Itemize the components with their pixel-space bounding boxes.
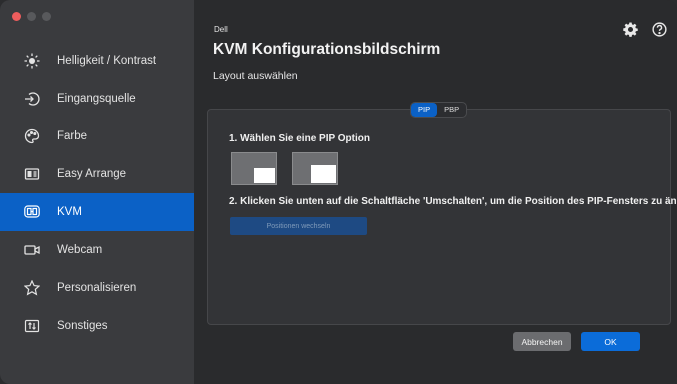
close-window-button[interactable] [12,12,21,21]
step-1-label: 1. Wählen Sie eine PIP Option [229,133,370,144]
step-2-label: 2. Klicken Sie unten auf die Schaltfläch… [229,196,677,207]
sidebar-item-others[interactable]: Sonstiges [0,307,194,345]
sidebar-item-label: Farbe [57,130,88,142]
sidebar-item-label: Easy Arrange [57,168,127,180]
page-title: KVM Konfigurationsbildschirm [213,41,441,58]
webcam-icon [22,240,42,260]
palette-icon [22,126,42,146]
sidebar-item-label: KVM [57,206,82,218]
layout-panel: PIP PBP 1. Wählen Sie eine PIP Option 2.… [207,102,677,325]
settings-gear-icon[interactable] [621,20,639,38]
switch-positions-button[interactable]: Positionen wechseln [230,217,367,235]
tab-pip[interactable]: PIP [411,103,438,117]
star-icon [22,278,42,298]
sidebar-item-label: Eingangsquelle [57,93,136,105]
page-subtitle: Layout auswählen [213,70,298,82]
sidebar-item-webcam[interactable]: Webcam [0,231,194,269]
input-source-icon [22,89,42,109]
sidebar-item-label: Sonstiges [57,320,108,332]
pip-option-large[interactable] [292,152,338,185]
help-icon[interactable] [650,20,668,38]
kvm-icon [22,202,42,222]
sidebar: Helligkeit / Kontrast Eingangsquelle Far… [0,0,194,384]
brand-label: Dell [214,25,228,34]
sidebar-item-label: Personalisieren [57,282,137,294]
sidebar-item-kvm[interactable]: KVM [0,193,194,231]
sidebar-item-brightness[interactable]: Helligkeit / Kontrast [0,42,194,80]
sidebar-item-label: Webcam [57,244,103,256]
easy-arrange-icon [22,164,42,184]
sidebar-item-label: Helligkeit / Kontrast [57,55,157,67]
pip-window-preview [311,165,336,183]
sidebar-item-personalize[interactable]: Personalisieren [0,269,194,307]
pip-window-preview [254,168,275,183]
pip-option-bottom-right[interactable] [231,152,277,185]
layout-mode-toggle: PIP PBP [410,102,468,118]
sidebar-item-color[interactable]: Farbe [0,117,194,155]
ok-button[interactable]: OK [581,332,640,351]
sidebar-item-input-source[interactable]: Eingangsquelle [0,80,194,118]
zoom-window-button[interactable] [42,12,51,21]
brightness-icon [22,51,42,71]
main-content: Dell KVM Konfigurationsbildschirm Layout… [194,0,677,384]
app-window: Helligkeit / Kontrast Eingangsquelle Far… [0,0,677,384]
minimize-window-button[interactable] [27,12,36,21]
cancel-button[interactable]: Abbrechen [513,332,571,351]
others-icon [22,316,42,336]
sidebar-item-easy-arrange[interactable]: Easy Arrange [0,155,194,193]
window-controls [12,12,51,21]
tab-pbp[interactable]: PBP [437,103,466,117]
